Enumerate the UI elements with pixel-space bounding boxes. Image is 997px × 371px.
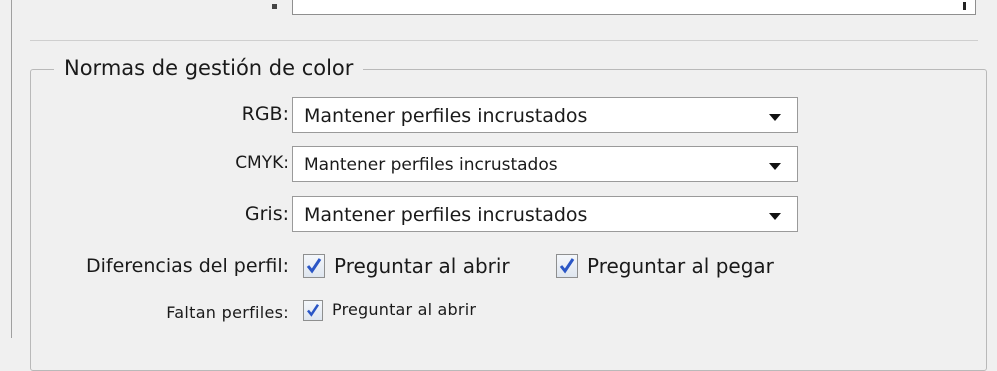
mismatch-ask-paste-checkbox[interactable]: Preguntar al pegar	[556, 253, 774, 279]
dialog-left-border	[11, 0, 12, 338]
mismatch-ask-open-label[interactable]: Preguntar al abrir	[334, 253, 510, 279]
section-divider	[30, 40, 978, 41]
checkbox-checked-icon[interactable]	[556, 254, 578, 278]
rgb-policy-select[interactable]: Mantener perfiles incrustados	[292, 97, 798, 133]
profile-mismatch-label: Diferencias del perfil:	[86, 255, 289, 277]
cut-off-label-fragment	[272, 4, 277, 9]
cut-off-dropdown[interactable]	[292, 0, 976, 15]
chevron-down-icon	[769, 213, 781, 220]
missing-ask-open-checkbox[interactable]: Preguntar al abrir	[303, 297, 476, 323]
missing-profiles-label: Faltan perfiles:	[166, 303, 289, 322]
mismatch-ask-paste-label[interactable]: Preguntar al pegar	[587, 253, 774, 279]
gray-policy-select[interactable]: Mantener perfiles incrustados	[292, 196, 798, 232]
missing-ask-open-label[interactable]: Preguntar al abrir	[332, 297, 476, 323]
group-title: Normas de gestión de color	[54, 54, 364, 82]
chevron-down-icon	[769, 163, 781, 170]
mismatch-ask-open-checkbox[interactable]: Preguntar al abrir	[303, 253, 510, 279]
dropdown-arrow-icon	[963, 2, 966, 10]
gray-label: Gris:	[244, 203, 289, 225]
rgb-label: RGB:	[241, 103, 289, 125]
cmyk-label: CMYK:	[235, 153, 289, 173]
gray-policy-value: Mantener perfiles incrustados	[304, 204, 588, 226]
checkbox-checked-icon[interactable]	[303, 254, 325, 278]
cmyk-policy-select[interactable]: Mantener perfiles incrustados	[292, 146, 798, 182]
rgb-policy-value: Mantener perfiles incrustados	[304, 105, 588, 127]
chevron-down-icon	[769, 114, 781, 121]
cmyk-policy-value: Mantener perfiles incrustados	[304, 155, 558, 175]
checkbox-checked-icon[interactable]	[303, 299, 323, 321]
